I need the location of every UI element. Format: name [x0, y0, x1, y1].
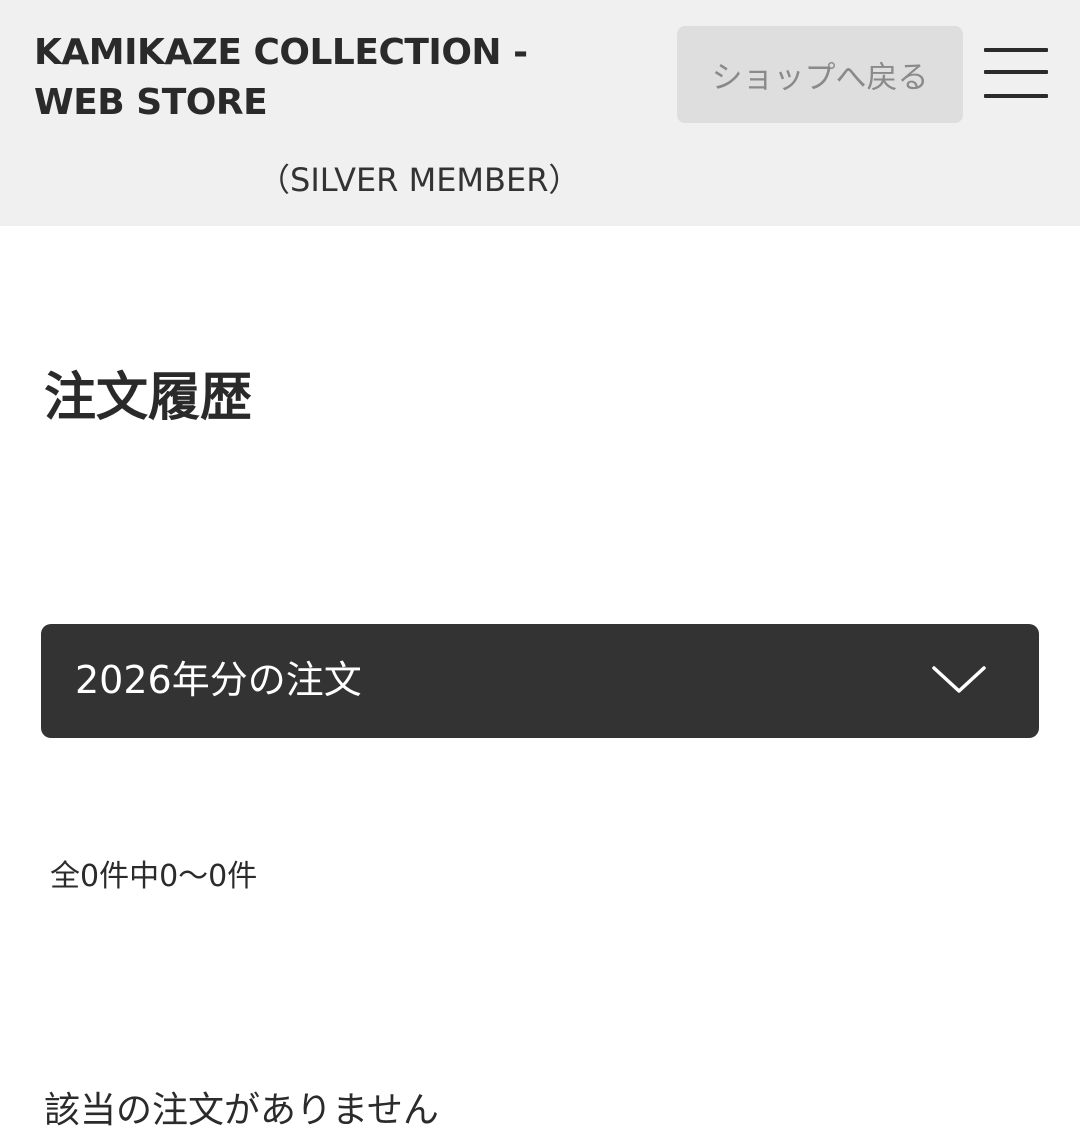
hamburger-menu-icon[interactable]: [984, 46, 1048, 102]
back-to-shop-button[interactable]: ショップへ戻る: [677, 26, 963, 123]
year-filter-select[interactable]: 2026年分の注文: [41, 624, 1039, 738]
menu-bar-middle: [984, 70, 1048, 74]
empty-orders-message: 該当の注文がありません: [44, 1090, 439, 1131]
menu-bar-bottom: [984, 94, 1048, 98]
menu-bar-top: [984, 48, 1048, 52]
result-count: 全0件中0〜0件: [50, 859, 258, 894]
store-title[interactable]: KAMIKAZE COLLECTION - WEB STORE: [34, 28, 614, 128]
site-header: KAMIKAZE COLLECTION - WEB STORE （SILVER …: [0, 0, 1080, 226]
year-filter-selected-value: 2026年分の注文: [75, 658, 362, 702]
member-rank-label: （SILVER MEMBER）: [258, 161, 581, 199]
page-title: 注文履歴: [44, 368, 253, 428]
chevron-down-icon: [932, 666, 986, 693]
